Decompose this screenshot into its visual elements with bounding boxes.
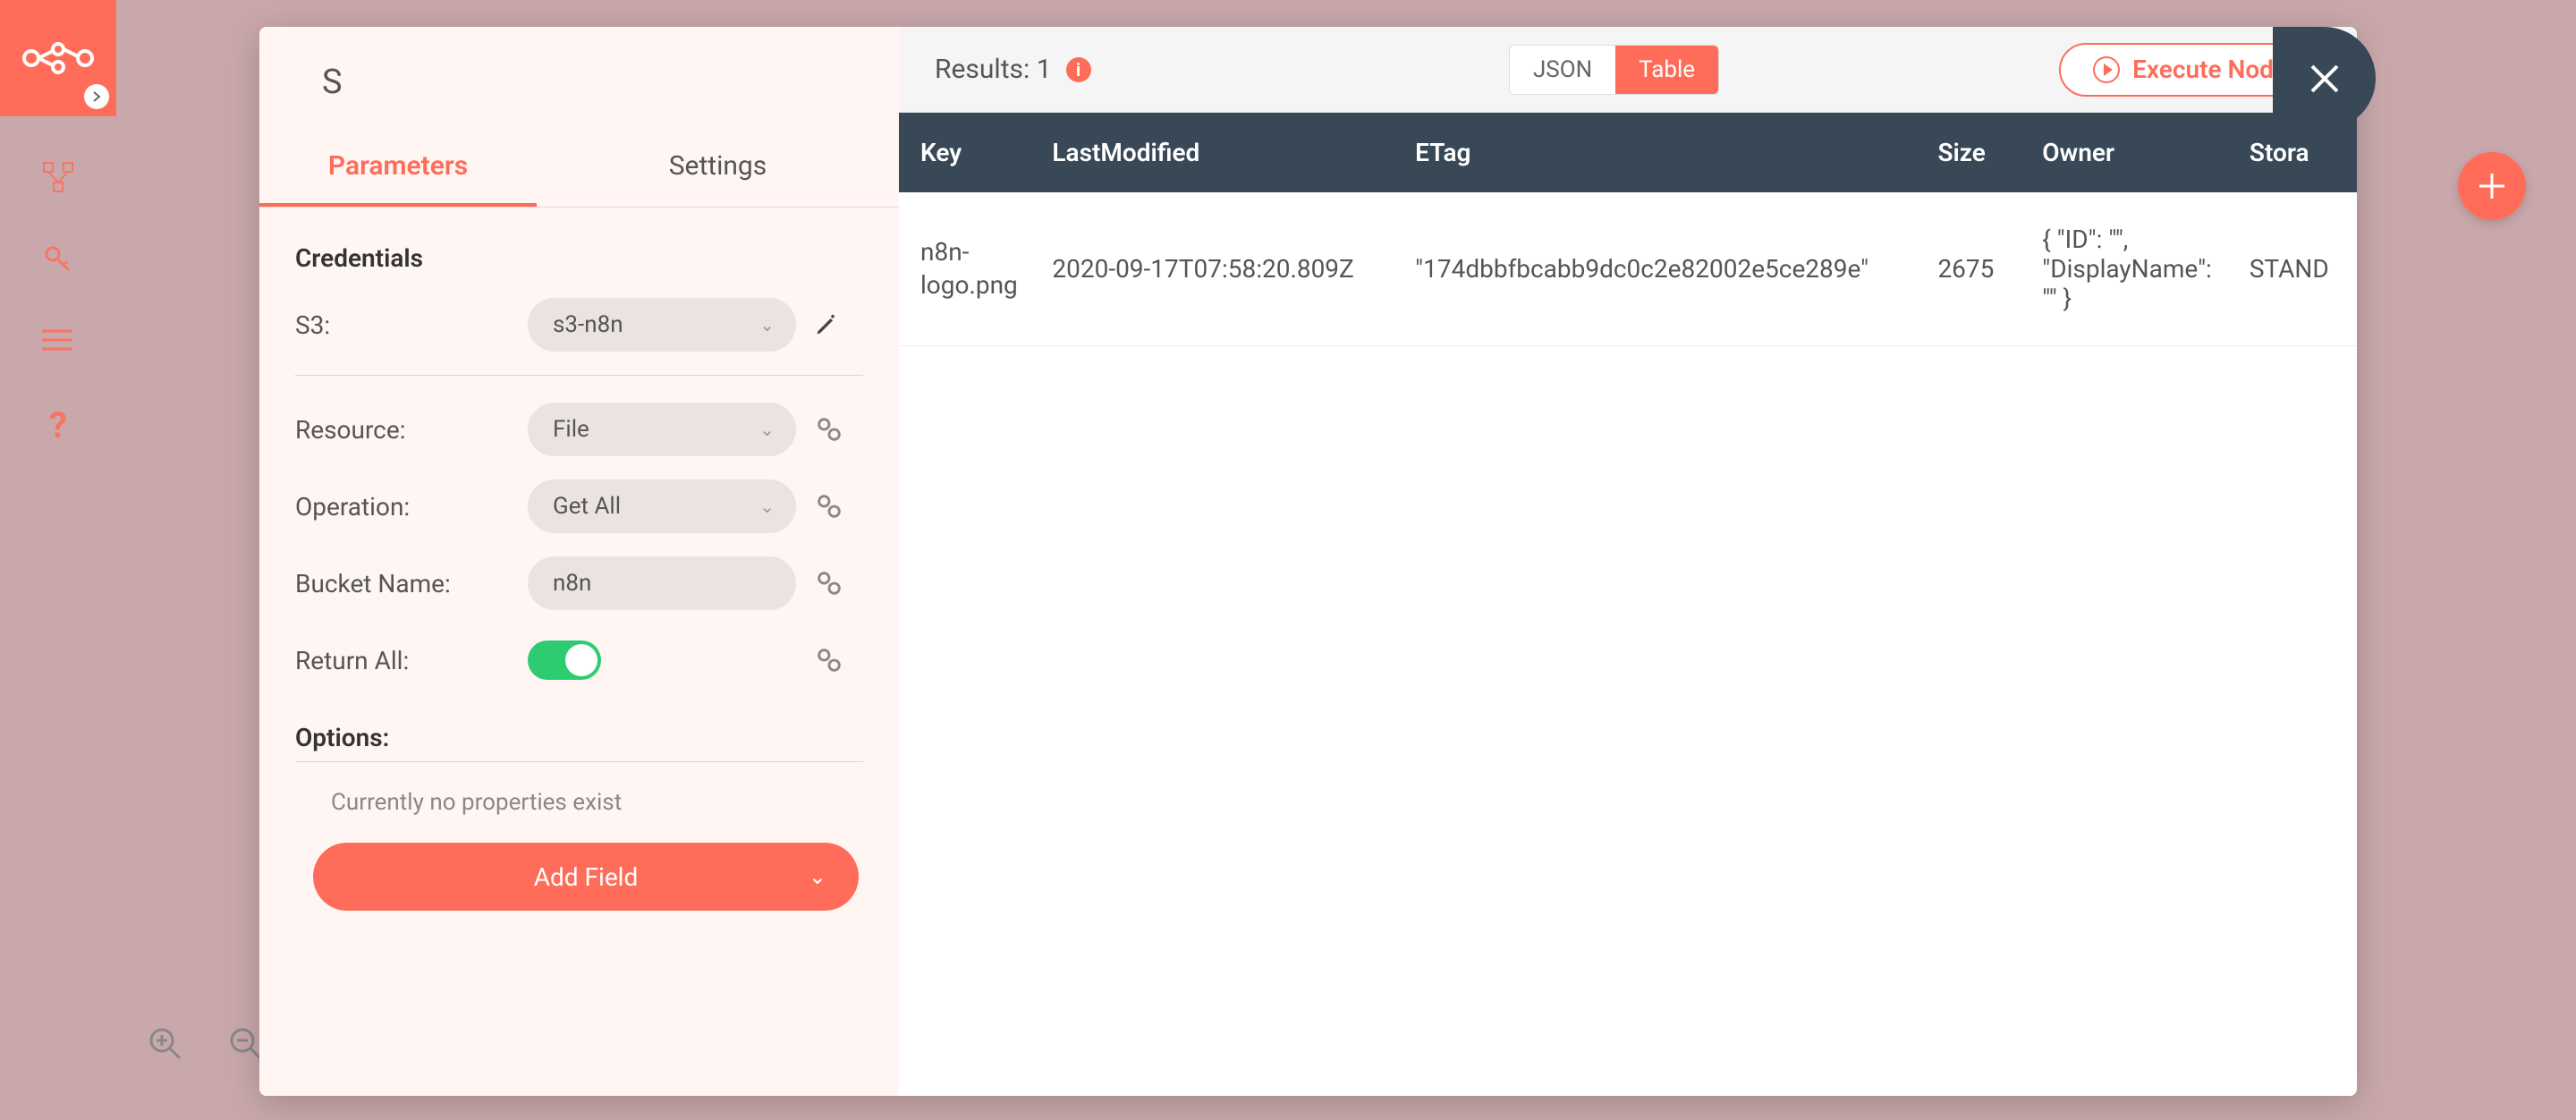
- operation-select[interactable]: Get All ⌄: [528, 479, 796, 533]
- bucket-name-input[interactable]: n8n: [528, 556, 796, 610]
- credentials-heading: Credentials: [295, 243, 863, 273]
- credential-edit-button[interactable]: [814, 312, 839, 337]
- credential-s3-select[interactable]: s3-n8n ⌄: [528, 298, 796, 352]
- execute-label: Execute Node: [2132, 55, 2287, 84]
- bucket-settings-button[interactable]: [814, 568, 844, 598]
- operation-row: Operation: Get All ⌄: [295, 479, 863, 533]
- results-label: Results: 1: [935, 54, 1052, 85]
- results-header: Results: 1 i JSON Table Execute Node: [899, 27, 2357, 113]
- cell-etag: "174dbbfbcabb9dc0c2e82002e5ce289e": [1394, 192, 1916, 346]
- chevron-down-icon: ⌄: [809, 864, 826, 889]
- sidebar-executions-icon[interactable]: [42, 326, 74, 360]
- logo[interactable]: [0, 0, 116, 116]
- gear-icon: [814, 568, 844, 598]
- options-heading: Options:: [295, 723, 863, 752]
- results-table: Key LastModified ETag Size Owner Stora n…: [899, 113, 2357, 346]
- play-icon: [2093, 56, 2120, 83]
- add-field-label: Add Field: [534, 862, 639, 892]
- pencil-icon: [814, 312, 839, 337]
- app-sidebar: ?: [0, 0, 116, 1120]
- chevron-down-icon: ⌄: [759, 314, 775, 335]
- parameters-panel: S Parameters Settings Credentials S3: s3…: [259, 27, 899, 1096]
- zoom-in-button[interactable]: [143, 1022, 188, 1066]
- credential-s3-label: S3:: [295, 310, 528, 340]
- chevron-right-icon: [90, 90, 103, 103]
- divider: [295, 375, 863, 376]
- toggle-knob: [565, 644, 597, 676]
- add-field-button[interactable]: Add Field ⌄: [313, 843, 859, 911]
- resource-row: Resource: File ⌄: [295, 403, 863, 456]
- options-empty-text: Currently no properties exist: [295, 789, 863, 816]
- return-all-toggle[interactable]: [528, 641, 601, 680]
- results-table-wrap[interactable]: Key LastModified ETag Size Owner Stora n…: [899, 113, 2357, 1096]
- col-last-modified: LastModified: [1030, 113, 1394, 192]
- resource-settings-button[interactable]: [814, 414, 844, 445]
- gear-icon: [814, 645, 844, 675]
- cell-storage: STAND: [2228, 192, 2357, 346]
- tab-settings[interactable]: Settings: [537, 129, 899, 207]
- chevron-down-icon: ⌄: [759, 496, 775, 517]
- cell-size: 2675: [1916, 192, 2021, 346]
- add-node-button[interactable]: [2458, 152, 2526, 220]
- close-button[interactable]: [2273, 27, 2376, 130]
- sidebar-collapse-button[interactable]: [84, 84, 109, 109]
- tab-parameters[interactable]: Parameters: [259, 129, 537, 207]
- resource-value: File: [553, 416, 589, 443]
- close-icon: [2305, 59, 2344, 98]
- resource-label: Resource:: [295, 415, 528, 445]
- return-all-label: Return All:: [295, 646, 528, 675]
- operation-value: Get All: [553, 493, 621, 520]
- plus-icon: [2476, 170, 2508, 202]
- view-toggle: JSON Table: [1509, 45, 1719, 95]
- results-count: Results: 1 i: [935, 54, 1091, 85]
- col-key: Key: [899, 113, 1030, 192]
- col-etag: ETag: [1394, 113, 1916, 192]
- cell-owner: { "ID": "", "DisplayName": "" }: [2021, 192, 2228, 346]
- view-json-button[interactable]: JSON: [1510, 46, 1615, 94]
- return-all-row: Return All:: [295, 633, 863, 687]
- sidebar-credentials-icon[interactable]: [44, 245, 72, 281]
- sidebar-workflows-icon[interactable]: [42, 161, 74, 200]
- node-editor-modal: S Parameters Settings Credentials S3: s3…: [259, 27, 2357, 1096]
- n8n-logo-icon: [22, 40, 94, 76]
- node-title: S: [259, 27, 899, 129]
- bucket-name-label: Bucket Name:: [295, 569, 528, 598]
- table-row[interactable]: n8n-logo.png 2020-09-17T07:58:20.809Z "1…: [899, 192, 2357, 346]
- zoom-controls: [143, 1022, 268, 1066]
- panel-content: Credentials S3: s3-n8n ⌄ Resource: File …: [259, 208, 899, 1096]
- credential-s3-value: s3-n8n: [553, 311, 623, 338]
- credential-s3-row: S3: s3-n8n ⌄: [295, 298, 863, 352]
- chevron-down-icon: ⌄: [759, 419, 775, 440]
- table-header-row: Key LastModified ETag Size Owner Stora: [899, 113, 2357, 192]
- operation-label: Operation:: [295, 492, 528, 522]
- col-owner: Owner: [2021, 113, 2228, 192]
- gear-icon: [814, 491, 844, 522]
- divider: [295, 761, 863, 762]
- col-size: Size: [1916, 113, 2021, 192]
- resource-select[interactable]: File ⌄: [528, 403, 796, 456]
- panel-tabs: Parameters Settings: [259, 129, 899, 208]
- bucket-name-row: Bucket Name: n8n: [295, 556, 863, 610]
- gear-icon: [814, 414, 844, 445]
- sidebar-help-icon[interactable]: ?: [49, 404, 67, 446]
- cell-key: n8n-logo.png: [899, 192, 1030, 346]
- info-icon[interactable]: i: [1066, 57, 1091, 82]
- view-table-button[interactable]: Table: [1615, 46, 1718, 94]
- results-panel: Results: 1 i JSON Table Execute Node Key…: [899, 27, 2357, 1096]
- operation-settings-button[interactable]: [814, 491, 844, 522]
- return-all-settings-button[interactable]: [814, 645, 844, 675]
- bucket-name-value: n8n: [553, 570, 591, 597]
- cell-last-modified: 2020-09-17T07:58:20.809Z: [1030, 192, 1394, 346]
